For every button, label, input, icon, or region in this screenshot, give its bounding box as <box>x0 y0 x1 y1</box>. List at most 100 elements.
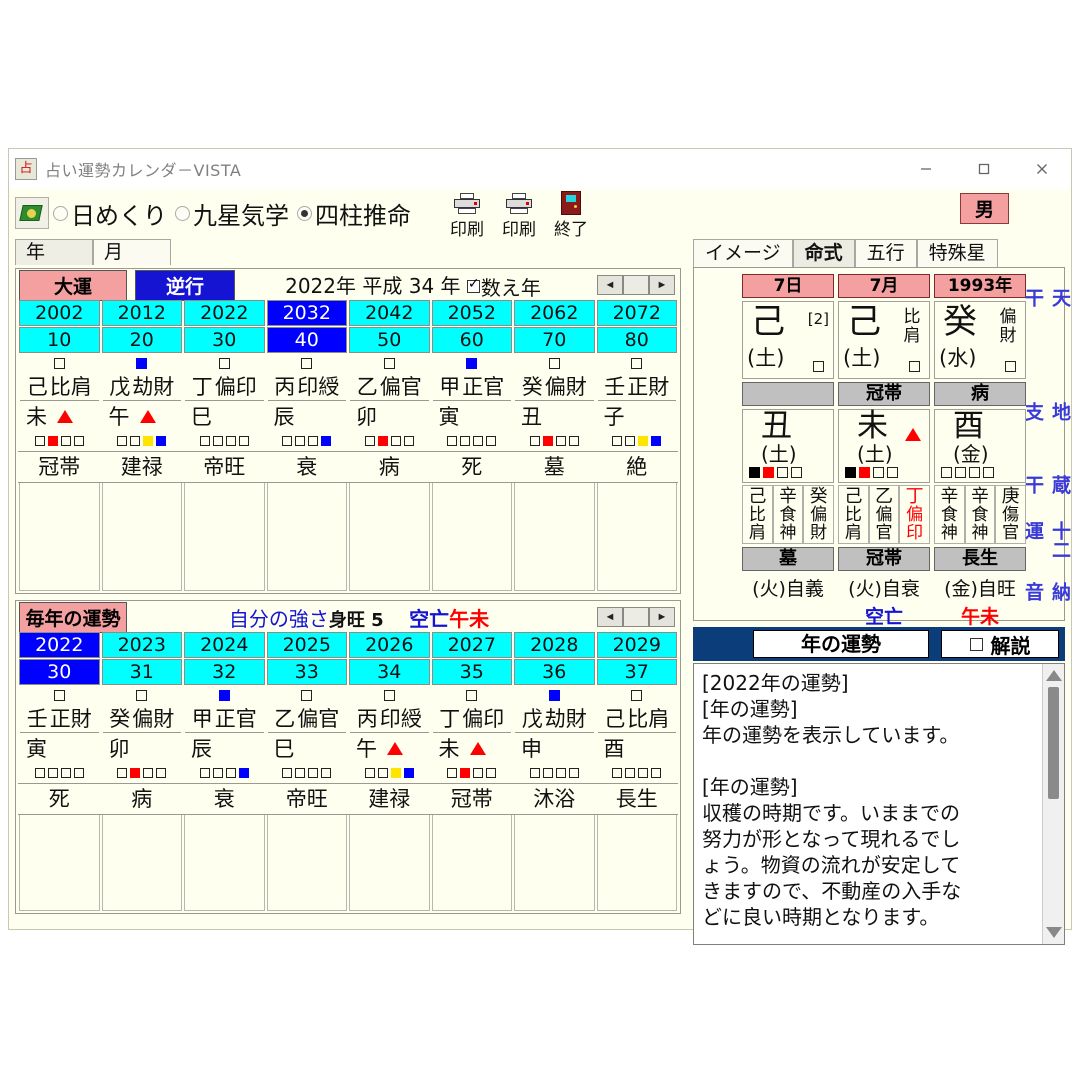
yearly-tag[interactable]: 毎年の運勢 <box>19 601 127 633</box>
daiun-direction[interactable]: 逆行 <box>135 269 235 301</box>
fortune-column[interactable]: 2029 37 己比肩酉長生 <box>595 631 678 911</box>
column-year[interactable]: 2042 <box>349 300 430 326</box>
column-age[interactable]: 30 <box>184 327 265 353</box>
empty-note-cell[interactable] <box>184 815 265 911</box>
column-year[interactable]: 2012 <box>101 300 182 326</box>
column-year[interactable]: 2025 <box>266 632 347 658</box>
yearly-spin-track[interactable] <box>623 607 649 627</box>
column-year[interactable]: 2028 <box>514 632 595 658</box>
fortune-column[interactable]: 2022 30 丁偏印巳帝旺 <box>183 299 266 591</box>
column-age[interactable]: 31 <box>101 659 182 685</box>
column-year[interactable]: 2062 <box>514 300 595 326</box>
tab-meishiki[interactable]: 命式 <box>792 239 855 267</box>
pillar-header[interactable]: 1993年 <box>934 274 1026 298</box>
book-button[interactable] <box>15 197 49 229</box>
empty-note-cell[interactable] <box>349 815 430 911</box>
scroll-down-arrow-icon[interactable] <box>1045 927 1062 938</box>
print-button-1[interactable]: 印刷 <box>441 187 493 240</box>
radio-shichuusuimei[interactable] <box>297 205 312 221</box>
empty-note-cell[interactable] <box>184 483 265 591</box>
pillar-header[interactable]: 7月 <box>838 274 930 298</box>
column-year[interactable]: 2026 <box>349 632 430 658</box>
yearly-spin-left[interactable]: ◄ <box>597 607 623 627</box>
counted-age-checkbox[interactable] <box>466 276 480 293</box>
daiun-spin-left[interactable]: ◄ <box>597 275 623 295</box>
column-age[interactable]: 20 <box>101 327 182 353</box>
column-age[interactable]: 36 <box>514 659 595 685</box>
column-year[interactable]: 2029 <box>596 632 677 658</box>
minimize-button[interactable] <box>897 149 955 189</box>
column-year[interactable]: 2024 <box>184 632 265 658</box>
daiun-tag[interactable]: 大運 <box>19 269 127 301</box>
explain-checkbox-wrap[interactable]: 解説 <box>941 630 1059 658</box>
column-age[interactable]: 40 <box>266 327 347 353</box>
fortune-column[interactable]: 2028 36 戊劫財申沐浴 <box>513 631 596 911</box>
print-button-2[interactable]: 印刷 <box>493 187 545 240</box>
empty-note-cell[interactable] <box>514 483 595 591</box>
close-button[interactable] <box>1013 149 1071 189</box>
fortune-scrollbar[interactable] <box>1042 664 1064 944</box>
column-year[interactable]: 2072 <box>596 300 677 326</box>
empty-note-cell[interactable] <box>514 815 595 911</box>
column-year[interactable]: 2022 <box>19 632 100 658</box>
daiun-spin-right[interactable]: ► <box>649 275 675 295</box>
gender-badge[interactable]: 男 <box>959 193 1009 224</box>
column-year[interactable]: 2032 <box>266 300 347 326</box>
empty-note-cell[interactable] <box>596 815 677 911</box>
empty-note-cell[interactable] <box>101 483 182 591</box>
pillar-header[interactable]: 7日 <box>742 274 834 298</box>
empty-note-cell[interactable] <box>266 483 347 591</box>
column-year[interactable]: 2052 <box>431 300 512 326</box>
column-year[interactable]: 2002 <box>19 300 100 326</box>
empty-note-cell[interactable] <box>266 815 347 911</box>
column-age[interactable]: 34 <box>349 659 430 685</box>
column-age[interactable]: 32 <box>184 659 265 685</box>
column-year[interactable]: 2027 <box>431 632 512 658</box>
fortune-column[interactable]: 2062 70 癸偏財丑墓 <box>513 299 596 591</box>
fortune-column[interactable]: 2023 31 癸偏財卯病 <box>100 631 183 911</box>
column-age[interactable]: 30 <box>19 659 100 685</box>
maximize-button[interactable] <box>955 149 1013 189</box>
column-age[interactable]: 37 <box>596 659 677 685</box>
fortune-title[interactable]: 年の運勢 <box>753 630 929 658</box>
fortune-column[interactable]: 2052 60 甲正官寅死 <box>430 299 513 591</box>
fortune-column[interactable]: 2025 33 乙偏官巳帝旺 <box>265 631 348 911</box>
empty-note-cell[interactable] <box>431 483 512 591</box>
tab-year[interactable]: 年 <box>15 239 93 265</box>
empty-note-cell[interactable] <box>431 815 512 911</box>
fortune-column[interactable]: 2072 80 壬正財子絶 <box>595 299 678 591</box>
fortune-column[interactable]: 2032 40 丙印綬辰衰 <box>265 299 348 591</box>
tab-image[interactable]: イメージ <box>693 239 793 267</box>
fortune-column[interactable]: 2027 35 丁偏印未冠帯 <box>430 631 513 911</box>
scroll-up-arrow-icon[interactable] <box>1045 670 1062 681</box>
radio-kyuseikigaku[interactable] <box>175 205 190 221</box>
column-age[interactable]: 60 <box>431 327 512 353</box>
column-age[interactable]: 50 <box>349 327 430 353</box>
column-year[interactable]: 2022 <box>184 300 265 326</box>
scroll-thumb[interactable] <box>1048 687 1059 799</box>
tab-tokushusei[interactable]: 特殊星 <box>916 239 998 267</box>
tab-month[interactable]: 月 <box>93 239 171 265</box>
empty-note-cell[interactable] <box>19 483 100 591</box>
exit-button[interactable]: 終了 <box>545 187 597 240</box>
column-age[interactable]: 33 <box>266 659 347 685</box>
column-age[interactable]: 80 <box>596 327 677 353</box>
fortune-column[interactable]: 2026 34 丙印綬午建禄 <box>348 631 431 911</box>
radio-himekuri[interactable] <box>53 205 68 221</box>
explain-checkbox[interactable] <box>969 637 983 651</box>
fortune-column[interactable]: 2022 30 壬正財寅死 <box>18 631 101 911</box>
empty-note-cell[interactable] <box>19 815 100 911</box>
empty-note-cell[interactable] <box>349 483 430 591</box>
column-age[interactable]: 70 <box>514 327 595 353</box>
fortune-column[interactable]: 2042 50 乙偏官卯病 <box>348 299 431 591</box>
empty-note-cell[interactable] <box>596 483 677 591</box>
yearly-spin-right[interactable]: ► <box>649 607 675 627</box>
column-age[interactable]: 35 <box>431 659 512 685</box>
tab-gogyou[interactable]: 五行 <box>854 239 917 267</box>
column-age[interactable]: 10 <box>19 327 100 353</box>
empty-note-cell[interactable] <box>101 815 182 911</box>
daiun-spin-track[interactable] <box>623 275 649 295</box>
counted-age-checkbox-wrap[interactable]: 数え年 <box>466 272 541 301</box>
column-year[interactable]: 2023 <box>101 632 182 658</box>
fortune-column[interactable]: 2024 32 甲正官辰衰 <box>183 631 266 911</box>
